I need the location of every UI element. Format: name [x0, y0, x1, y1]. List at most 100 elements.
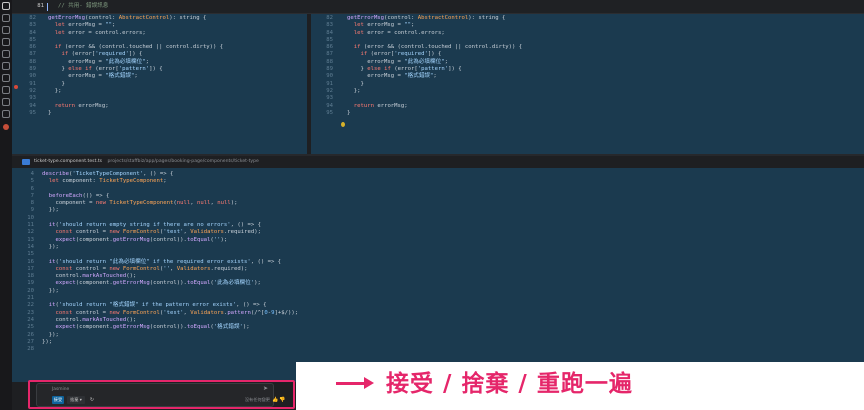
line-number: 26 [27, 331, 34, 338]
chat-icon[interactable] [2, 86, 10, 94]
code-line[interactable] [42, 186, 298, 193]
line-number: 94 [326, 102, 333, 109]
line-number: 12 [27, 229, 34, 236]
code-line[interactable]: errorMsg = "此為必填欄位"; [347, 59, 522, 66]
code-line[interactable]: } [347, 110, 522, 117]
line-number: 93 [29, 95, 36, 102]
code-line[interactable]: }); [42, 288, 298, 295]
line-number: 16 [27, 258, 34, 265]
code-line[interactable] [347, 95, 522, 102]
code-line[interactable] [347, 37, 522, 44]
timeline-icon[interactable] [2, 110, 10, 118]
breadcrumb-path[interactable]: projects/staffbiz/app/pages/booking-page… [104, 159, 259, 164]
line-number: 25 [27, 324, 34, 331]
code-line[interactable]: }; [347, 88, 522, 95]
code-line[interactable]: } [48, 110, 223, 117]
code-line[interactable]: beforeEach(() => { [42, 193, 298, 200]
code-line[interactable]: expect(component.getErrorMsg(control)).t… [42, 280, 298, 287]
code-line[interactable]: return errorMsg; [48, 103, 223, 110]
code-line[interactable]: }); [42, 339, 298, 346]
code-line[interactable]: describe('TicketTypeComponent', () => { [42, 171, 298, 178]
remote-explorer-icon[interactable] [2, 74, 10, 82]
code-line[interactable]: it('should return empty string if there … [42, 222, 298, 229]
lightbulb-icon[interactable] [341, 122, 345, 127]
line-number: 27 [27, 338, 34, 345]
code-block[interactable]: getErrorMsg(control: AbstractControl): s… [347, 15, 522, 117]
search-icon[interactable] [2, 14, 10, 22]
testing-icon[interactable] [2, 62, 10, 70]
code-line[interactable]: return errorMsg; [347, 103, 522, 110]
sticky-scroll-header[interactable]: 81 // 共用- 錯誤訊息 [12, 0, 864, 14]
diff-modified-pane[interactable]: 82 83 84 85 86 87 88 89 90 91 92 93 94 95 getErrorMsg… [311, 14, 864, 154]
code-line[interactable] [42, 251, 298, 258]
code-line[interactable]: let error = control.errors; [347, 30, 522, 37]
extensions-icon[interactable] [2, 50, 10, 58]
code-line[interactable]: let errorMsg = ""; [48, 22, 223, 29]
code-line[interactable]: expect(component.getErrorMsg(control)).t… [42, 237, 298, 244]
code-line[interactable]: if (error['required']) { [48, 51, 223, 58]
line-number: 83 [29, 22, 36, 29]
code-line[interactable]: getErrorMsg(control: AbstractControl): s… [48, 15, 223, 22]
line-number: 82 [326, 15, 333, 21]
code-block[interactable]: describe('TicketTypeComponent', () => { … [42, 171, 298, 353]
code-line[interactable]: expect(component.getErrorMsg(control)).t… [42, 324, 298, 331]
code-line[interactable]: let error = control.errors; [48, 30, 223, 37]
code-line[interactable]: errorMsg = "格式錯誤"; [347, 73, 522, 80]
line-number: 6 [30, 185, 34, 192]
typescript-file-icon [22, 159, 30, 165]
code-line[interactable]: errorMsg = "格式錯誤"; [48, 73, 223, 80]
diff-original-pane[interactable]: 82 83 84 85 86 87 88 89 90 91 92 93 94 95 getErrorMsg… [12, 14, 307, 154]
explorer-icon[interactable] [2, 2, 10, 10]
error-indicator-icon[interactable] [3, 124, 9, 130]
line-number: 4 [30, 171, 34, 177]
line-number: 86 [326, 44, 333, 51]
code-line[interactable]: }); [42, 207, 298, 214]
line-number: 13 [27, 236, 34, 243]
line-number: 90 [326, 73, 333, 80]
code-line[interactable]: it('should return "此為必填欄位" if the requir… [42, 259, 298, 266]
deleted-line-marker [14, 85, 18, 89]
code-line[interactable]: if (error && (control.touched || control… [48, 44, 223, 51]
line-number: 87 [29, 51, 36, 58]
code-line[interactable]: const control = new FormControl('', Vali… [42, 266, 298, 273]
code-line[interactable]: } [347, 81, 522, 88]
line-number: 28 [27, 346, 34, 353]
line-number: 95 [29, 109, 36, 116]
code-line[interactable]: let component: TicketTypeComponent; [42, 178, 298, 185]
line-number: 24 [27, 316, 34, 323]
line-number: 84 [29, 29, 36, 36]
source-control-icon[interactable] [2, 26, 10, 34]
code-line[interactable]: component = new TicketTypeComponent(null… [42, 200, 298, 207]
code-line[interactable]: getErrorMsg(control: AbstractControl): s… [347, 15, 522, 22]
code-line[interactable]: const control = new FormControl('test', … [42, 229, 298, 236]
code-line[interactable]: it('should return "格式錯誤" if the pattern … [42, 302, 298, 309]
text-cursor [47, 3, 48, 11]
line-number: 86 [29, 44, 36, 51]
code-line[interactable]: }; [48, 88, 223, 95]
line-number: 22 [27, 302, 34, 309]
code-line[interactable] [48, 95, 223, 102]
code-line[interactable]: if (error && (control.touched || control… [347, 44, 522, 51]
code-line[interactable]: }); [42, 244, 298, 251]
code-line[interactable] [42, 346, 298, 353]
line-number-gutter: 82 83 84 85 86 87 88 89 90 91 92 93 94 95 [311, 15, 333, 117]
line-number-gutter: 82 83 84 85 86 87 88 89 90 91 92 93 94 95 [12, 15, 36, 117]
code-line[interactable]: const control = new FormControl('test', … [42, 310, 298, 317]
code-line[interactable] [42, 215, 298, 222]
code-line[interactable]: errorMsg = "此為必填欄位"; [48, 59, 223, 66]
line-number: 89 [29, 66, 36, 73]
code-line[interactable]: }); [42, 332, 298, 339]
docker-icon[interactable] [2, 98, 10, 106]
breadcrumb[interactable]: ticket-type.component.test.ts projects/s… [12, 156, 864, 168]
code-line[interactable] [48, 37, 223, 44]
code-line[interactable]: let errorMsg = ""; [347, 22, 522, 29]
sticky-comment: // 共用- 錯誤訊息 [58, 3, 109, 9]
code-line[interactable]: } [48, 81, 223, 88]
code-block[interactable]: getErrorMsg(control: AbstractControl): s… [48, 15, 223, 117]
code-line[interactable]: if (error['required']) { [347, 51, 522, 58]
line-number: 7 [30, 192, 34, 199]
test-editor-pane[interactable]: 4 5 6 7 8 9 10 11 12 13 14 15 16 17 18 19 20 21 22 23 24 25 26… [12, 168, 864, 382]
sticky-line-number: 81 [37, 3, 44, 9]
run-debug-icon[interactable] [2, 38, 10, 46]
line-number: 89 [326, 66, 333, 73]
